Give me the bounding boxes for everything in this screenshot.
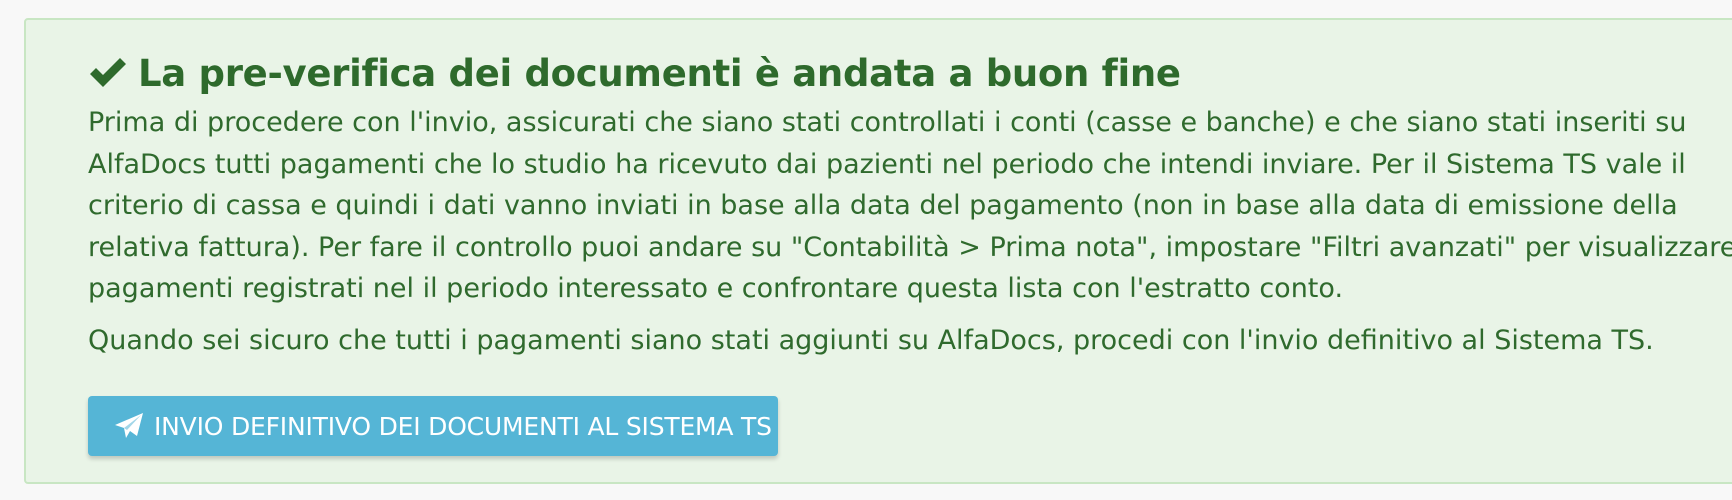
instructions-line: relativa fattura). Per fare il controllo… [88, 231, 1732, 263]
instructions-line: criterio di cassa e quindi i dati vanno … [88, 190, 1678, 222]
instructions-line: AlfaDocs tutti pagamenti che lo studio h… [88, 148, 1686, 180]
check-icon [88, 57, 128, 89]
success-alert: La pre-verifica dei documenti è andata a… [24, 18, 1732, 484]
instructions-line: Prima di procedere con l'invio, assicura… [88, 107, 1687, 138]
alert-instructions: Prima di procedere con l'invio, assicura… [88, 102, 1732, 310]
send-button-label: INVIO DEFINITIVO DEI DOCUMENTI AL SISTEM… [154, 411, 772, 441]
alert-title: La pre-verifica dei documenti è andata a… [138, 51, 1181, 95]
alert-confirmation-text: Quando sei sicuro che tutti i pagamenti … [88, 324, 1654, 356]
send-documents-button[interactable]: INVIO DEFINITIVO DEI DOCUMENTI AL SISTEM… [88, 396, 778, 456]
alert-content: La pre-verifica dei documenti è andata a… [88, 50, 1732, 362]
instructions-line: pagamenti registrati nel il periodo inte… [88, 273, 1344, 305]
alert-header: La pre-verifica dei documenti è andata a… [88, 50, 1732, 96]
paper-plane-icon [114, 412, 144, 440]
